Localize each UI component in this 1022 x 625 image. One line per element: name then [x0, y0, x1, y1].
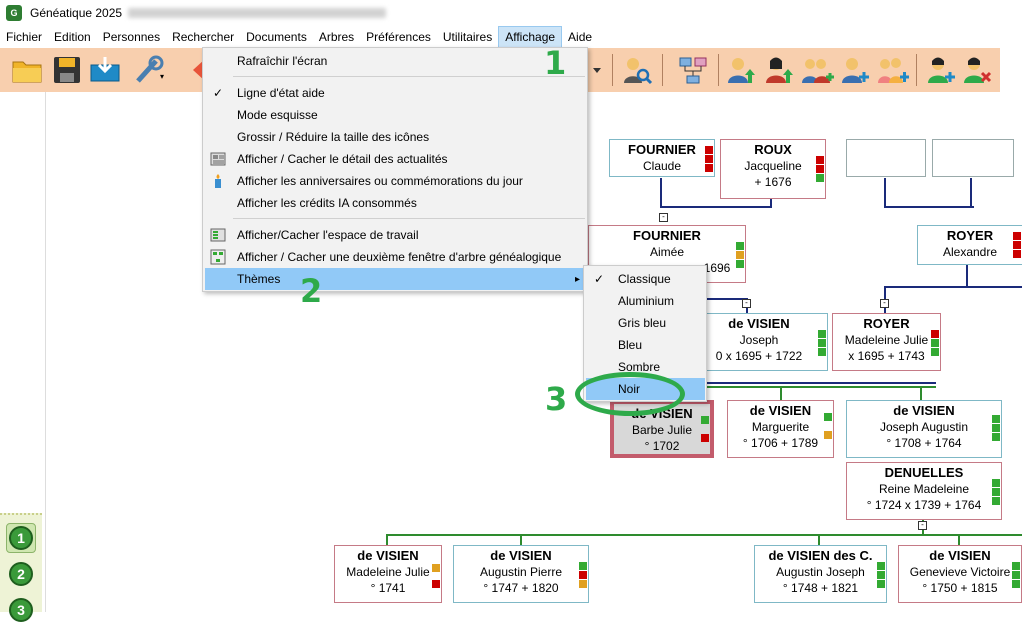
- candle-icon: [210, 173, 226, 189]
- step-1-annotation: 1: [544, 44, 567, 82]
- person-card[interactable]: de VISIEN Joseph 0 x 1695 + 1722: [690, 313, 828, 371]
- menu-item-anniversaries[interactable]: Afficher les anniversaires ou commémorat…: [205, 170, 586, 192]
- empty-person-card[interactable]: [846, 139, 926, 177]
- add-couple-icon[interactable]: [800, 53, 834, 87]
- news-icon: [210, 151, 226, 167]
- download-icon[interactable]: [88, 53, 122, 87]
- person-card[interactable]: de VISIEN Madeleine Julie ° 1741: [334, 545, 442, 603]
- person-card[interactable]: ROYER Alexandre: [917, 225, 1022, 265]
- title-blurred-info: [128, 8, 387, 18]
- empty-person-card[interactable]: [932, 139, 1014, 177]
- check-icon: ✓: [212, 86, 224, 100]
- menu-item-ai-credits[interactable]: Afficher les crédits IA consommés: [205, 192, 586, 214]
- add-father-icon[interactable]: [724, 53, 758, 87]
- window-title: Généatique 2025: [30, 6, 123, 20]
- person-card[interactable]: de VISIEN des C. Augustin Joseph ° 1748 + …: [754, 545, 887, 603]
- add-person-icon[interactable]: [838, 53, 872, 87]
- menu-aide[interactable]: Aide: [562, 26, 598, 48]
- person-card[interactable]: FOURNIER Claude: [609, 139, 715, 177]
- menu-item-second-tree-window[interactable]: Afficher / Cacher une deuxième fenêtre d…: [205, 246, 586, 268]
- delete-person-icon[interactable]: [960, 53, 994, 87]
- expand-toggle[interactable]: -: [918, 521, 927, 530]
- step-2-annotation: 2: [300, 272, 323, 310]
- person-card[interactable]: de VISIEN Joseph Augustin ° 1708 + 1764: [846, 400, 1002, 458]
- person-card[interactable]: de VISIEN Genevieve Victoire ° 1750 + 1815: [898, 545, 1022, 603]
- generation-panel: 1 2 3: [0, 513, 42, 622]
- add-mother-icon[interactable]: [762, 53, 796, 87]
- theme-aluminium[interactable]: Aluminium: [586, 290, 705, 312]
- menu-fichier[interactable]: Fichier: [0, 26, 48, 48]
- person-card[interactable]: ROUX Jacqueline + 1676: [720, 139, 826, 199]
- person-card[interactable]: de VISIEN Augustin Pierre ° 1747 + 1820: [453, 545, 589, 603]
- app-icon: G: [6, 5, 22, 21]
- person-card[interactable]: de VISIEN Marguerite ° 1706 + 1789: [727, 400, 834, 458]
- menu-preferences[interactable]: Préférences: [360, 26, 437, 48]
- menu-item-themes[interactable]: Thèmes ▸: [205, 268, 586, 290]
- svg-text:▾: ▾: [160, 72, 164, 81]
- menu-edition[interactable]: Edition: [48, 26, 97, 48]
- step-3-annotation: 3: [545, 380, 568, 418]
- affichage-menu: Rafraîchir l'écran ✓ Ligne d'état aide Mo…: [202, 47, 588, 292]
- expand-toggle[interactable]: -: [659, 213, 668, 222]
- person-card[interactable]: DENUELLES Reine Madeleine ° 1724 x 1739 + …: [846, 462, 1002, 520]
- menu-utilitaires[interactable]: Utilitaires: [437, 26, 498, 48]
- menu-bar: Fichier Edition Personnes Rechercher Doc…: [0, 26, 1022, 48]
- person-card[interactable]: ROYER Madeleine Julie x 1695 + 1743: [832, 313, 941, 371]
- open-folder-icon[interactable]: [10, 53, 44, 87]
- menu-personnes[interactable]: Personnes: [97, 26, 166, 48]
- tree-diagram-icon[interactable]: [676, 53, 710, 87]
- generation-1-button[interactable]: 1: [6, 523, 36, 553]
- expand-toggle[interactable]: -: [880, 299, 889, 308]
- menu-item-news-detail[interactable]: Afficher / Cacher le détail des actualit…: [205, 148, 586, 170]
- add-children-icon[interactable]: [876, 53, 910, 87]
- menu-rechercher[interactable]: Rechercher: [166, 26, 240, 48]
- menu-item-workspace[interactable]: Afficher/Cacher l'espace de travail: [205, 224, 586, 246]
- theme-bleu[interactable]: Bleu: [586, 334, 705, 356]
- expand-toggle[interactable]: -: [742, 299, 751, 308]
- theme-gris-bleu[interactable]: Gris bleu: [586, 312, 705, 334]
- generation-2-button[interactable]: 2: [6, 559, 36, 589]
- submenu-arrow-icon: ▸: [574, 273, 580, 285]
- menu-item-status-line[interactable]: ✓ Ligne d'état aide: [205, 82, 586, 104]
- menu-arbres[interactable]: Arbres: [313, 26, 360, 48]
- dropdown-arrow-icon[interactable]: [590, 53, 604, 87]
- menu-documents[interactable]: Documents: [240, 26, 313, 48]
- menu-item-refresh[interactable]: Rafraîchir l'écran: [205, 50, 586, 72]
- add-individual-icon[interactable]: [924, 53, 958, 87]
- menu-item-sketch-mode[interactable]: Mode esquisse: [205, 104, 586, 126]
- save-icon[interactable]: [50, 53, 84, 87]
- title-bar: G Généatique 2025: [0, 0, 1022, 26]
- workspace-icon: [210, 227, 226, 243]
- menu-item-icon-size[interactable]: Grossir / Réduire la taille des icônes: [205, 126, 586, 148]
- highlight-ellipse: [575, 372, 685, 416]
- tools-icon[interactable]: ▾: [132, 53, 166, 87]
- generation-3-button[interactable]: 3: [6, 595, 36, 625]
- search-person-icon[interactable]: [620, 53, 654, 87]
- tree-window-icon: [210, 249, 226, 265]
- theme-classique[interactable]: ✓ Classique: [586, 268, 705, 290]
- check-icon: ✓: [594, 272, 605, 286]
